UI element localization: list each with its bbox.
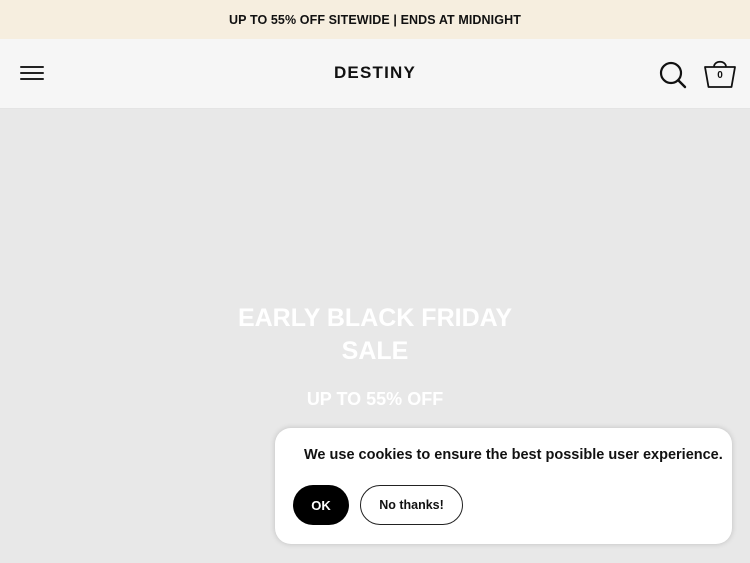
hero-subtitle: UP TO 55% OFF (306, 389, 444, 409)
announcement-bar: UP TO 55% OFF SITEWIDE | ENDS AT MIDNIGH… (0, 0, 750, 39)
announcement-text: UP TO 55% OFF SITEWIDE | ENDS AT MIDNIGH… (229, 12, 521, 27)
decline-cookies-button[interactable]: No thanks! (360, 485, 463, 525)
cookie-message: We use cookies to ensure the best possib… (304, 447, 723, 463)
search-icon[interactable] (658, 60, 688, 90)
hero-title-line1: EARLY BLACK FRIDAY (237, 304, 513, 332)
cart-button[interactable]: 0 (702, 56, 738, 90)
accept-cookies-button[interactable]: OK (293, 485, 349, 525)
hero-title: EARLY BLACK FRIDAY SALE (200, 302, 550, 368)
site-header: DESTINY 0 (0, 39, 750, 109)
site-logo[interactable]: DESTINY (0, 63, 750, 83)
cookie-consent-banner: We use cookies to ensure the best possib… (275, 428, 732, 544)
hero-title-line2: SALE (341, 337, 409, 365)
cart-count-badge: 0 (717, 70, 723, 81)
